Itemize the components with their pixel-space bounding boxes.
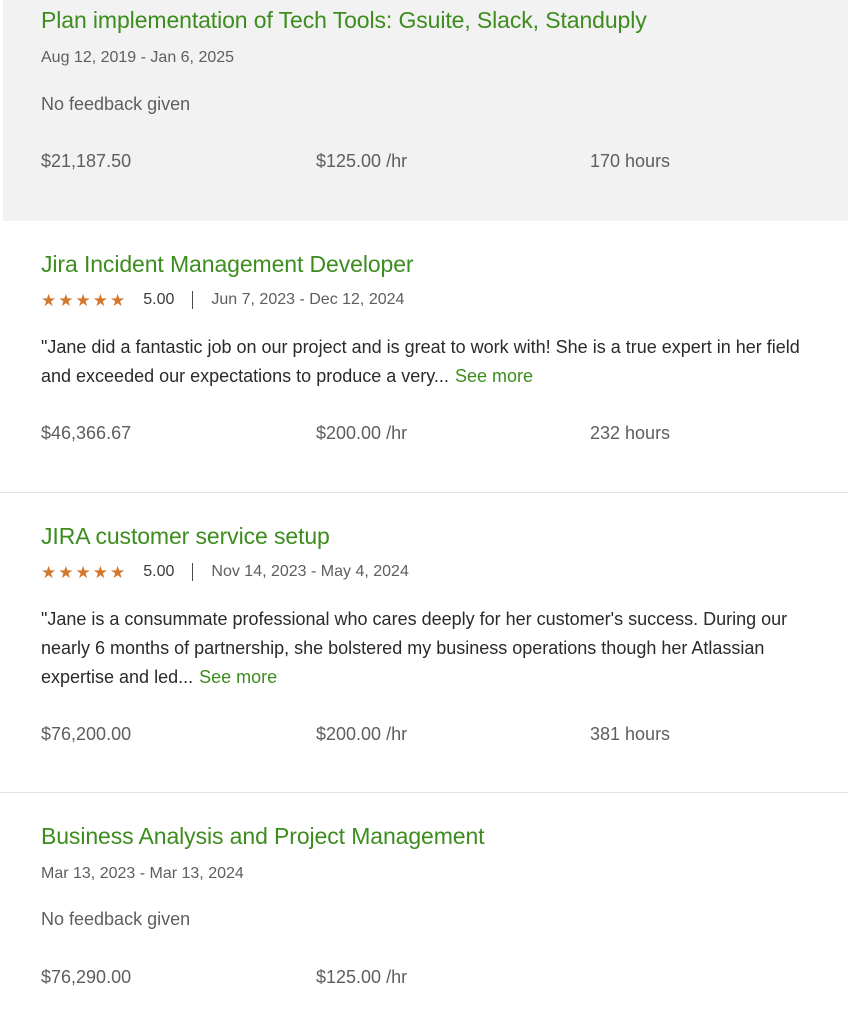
star-icon: ★: [58, 290, 74, 310]
meta-divider: [192, 291, 194, 309]
job-meta: ★ ★ ★ ★ ★ 5.00 Nov 14, 2023 - May 4, 202…: [41, 563, 409, 581]
job-earned: $46,366.67: [41, 423, 132, 443]
job-rating: 5.00: [143, 291, 175, 308]
star-icon: ★: [75, 562, 91, 582]
job-item[interactable]: JIRA customer service setup ★ ★ ★ ★ ★ 5.…: [0, 492, 848, 792]
meta-divider: [192, 563, 194, 581]
star-icon: ★: [110, 562, 126, 582]
job-item[interactable]: Business Analysis and Project Management…: [0, 792, 848, 1024]
star-icon: ★: [75, 290, 91, 310]
feedback-text: "Jane did a fantastic job on our project…: [41, 337, 800, 386]
job-title[interactable]: Business Analysis and Project Management: [41, 823, 485, 850]
job-rate: $125.00 /hr: [316, 967, 408, 987]
job-earned: $76,290.00: [41, 967, 132, 987]
job-feedback: "Jane is a consummate professional who c…: [41, 605, 818, 692]
rating-stars: ★ ★ ★ ★ ★: [41, 292, 125, 309]
star-icon: ★: [41, 290, 57, 310]
job-item[interactable]: Plan implementation of Tech Tools: Gsuit…: [0, 0, 848, 221]
see-more-link[interactable]: See more: [199, 667, 277, 687]
job-feedback: No feedback given: [41, 94, 191, 114]
job-dates: Nov 14, 2023 - May 4, 2024: [211, 563, 409, 580]
job-rate: $125.00 /hr: [316, 151, 408, 171]
work-history-list: Plan implementation of Tech Tools: Gsuit…: [0, 0, 848, 1024]
star-icon: ★: [110, 290, 126, 310]
star-icon: ★: [92, 290, 108, 310]
job-hours: 381 hours: [590, 724, 671, 744]
job-dates: Mar 13, 2023 - Mar 13, 2024: [41, 865, 244, 882]
rating-stars: ★ ★ ★ ★ ★: [41, 564, 125, 581]
star-icon: ★: [41, 562, 57, 582]
job-meta: Mar 13, 2023 - Mar 13, 2024: [41, 865, 244, 883]
job-rate: $200.00 /hr: [316, 724, 408, 744]
star-icon: ★: [58, 562, 74, 582]
job-item[interactable]: Jira Incident Management Developer ★ ★ ★…: [0, 221, 848, 492]
job-title[interactable]: Plan implementation of Tech Tools: Gsuit…: [41, 7, 647, 34]
job-rate: $200.00 /hr: [316, 423, 408, 443]
job-title[interactable]: JIRA customer service setup: [41, 523, 330, 550]
feedback-text: "Jane is a consummate professional who c…: [41, 609, 788, 687]
star-icon: ★: [92, 562, 108, 582]
job-hours: 170 hours: [590, 151, 671, 171]
see-more-link[interactable]: See more: [455, 366, 533, 386]
job-feedback: "Jane did a fantastic job on our project…: [41, 333, 818, 391]
job-dates: Aug 12, 2019 - Jan 6, 2025: [41, 49, 235, 66]
job-hours: 232 hours: [590, 423, 671, 443]
job-dates: Jun 7, 2023 - Dec 12, 2024: [211, 291, 405, 308]
job-meta: Aug 12, 2019 - Jan 6, 2025: [41, 49, 234, 67]
job-rating: 5.00: [143, 563, 175, 580]
job-earned: $76,200.00: [41, 724, 132, 744]
job-title[interactable]: Jira Incident Management Developer: [41, 251, 414, 278]
job-meta: ★ ★ ★ ★ ★ 5.00 Jun 7, 2023 - Dec 12, 202…: [41, 291, 404, 309]
job-feedback: No feedback given: [41, 909, 191, 929]
job-earned: $21,187.50: [41, 151, 132, 171]
